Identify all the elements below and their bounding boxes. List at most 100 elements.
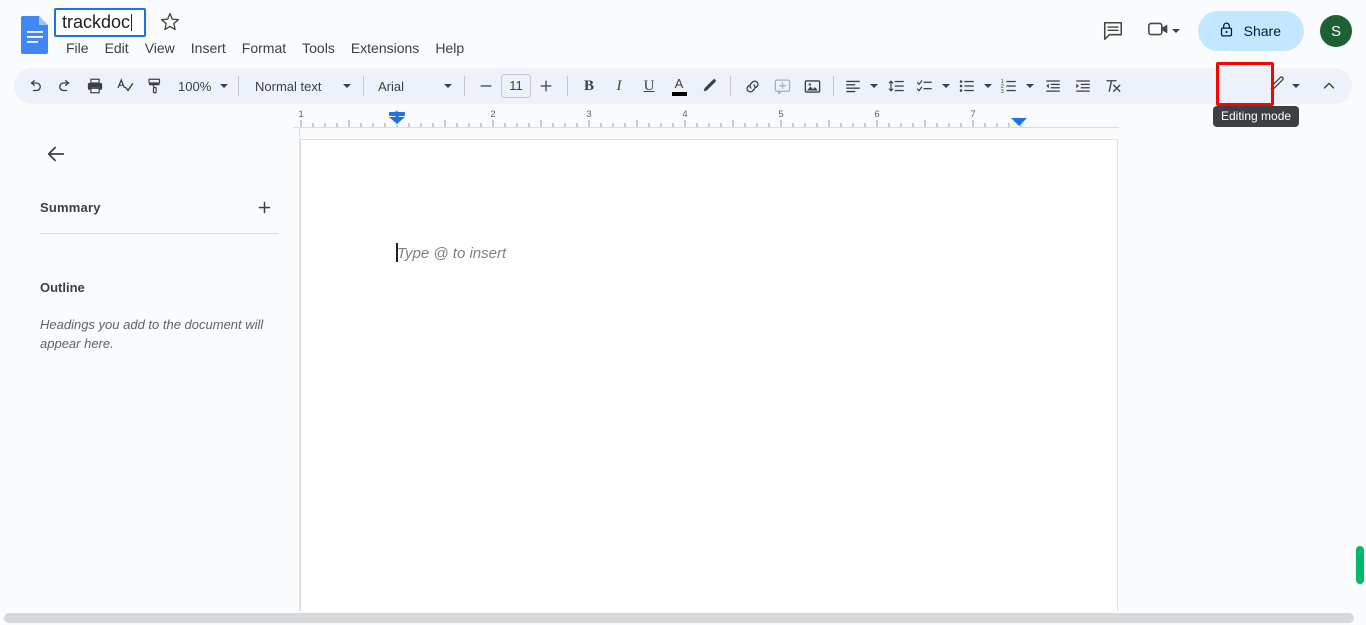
bulleted-list-caret-icon[interactable] xyxy=(980,71,996,101)
redo-icon[interactable] xyxy=(50,71,80,101)
font-family-selector[interactable]: Arial xyxy=(370,71,458,101)
paragraph-style-selector[interactable]: Normal text xyxy=(245,71,357,101)
title-text-caret xyxy=(131,13,133,31)
add-comment-icon[interactable] xyxy=(767,71,797,101)
title-row: trackdoc xyxy=(54,7,182,37)
align-control[interactable] xyxy=(840,71,882,101)
zoom-selector[interactable]: 100% xyxy=(170,71,232,101)
app-header: trackdoc File Edit View Insert Format To… xyxy=(0,0,1366,66)
arrow-left-icon xyxy=(45,143,67,170)
document-page[interactable]: Type @ to insert xyxy=(300,139,1118,611)
line-spacing-icon[interactable] xyxy=(882,71,912,101)
font-size-input[interactable]: 11 xyxy=(501,74,531,98)
document-placeholder[interactable]: Type @ to insert xyxy=(397,245,506,262)
editing-mode-caret-icon[interactable] xyxy=(1288,71,1304,101)
vertical-scrollbar-thumb[interactable] xyxy=(1356,546,1364,584)
video-camera-icon xyxy=(1147,18,1171,45)
text-color-button[interactable]: A xyxy=(664,71,694,101)
zoom-value: 100% xyxy=(178,78,212,94)
checklist-control[interactable] xyxy=(912,71,954,101)
increase-font-size-button[interactable] xyxy=(531,71,561,101)
avatar[interactable]: S xyxy=(1320,15,1352,47)
menu-edit[interactable]: Edit xyxy=(97,36,137,60)
right-indent-marker xyxy=(1011,118,1027,126)
paragraph-style-value: Normal text xyxy=(255,78,322,94)
horizontal-ruler[interactable]: 1 1 2 3 4 5 6 7 xyxy=(293,106,1119,128)
document-title-input[interactable]: trackdoc xyxy=(54,7,146,37)
collapse-toolbar-button[interactable] xyxy=(1314,71,1344,101)
svg-text:4: 4 xyxy=(682,109,687,120)
horizontal-scrollbar-track[interactable] xyxy=(0,611,1366,625)
menu-view[interactable]: View xyxy=(137,36,183,60)
numbered-list-icon[interactable]: 1 2 3 xyxy=(996,71,1022,101)
avatar-initial: S xyxy=(1330,22,1341,40)
left-indent-marker xyxy=(389,112,405,124)
chevron-down-icon xyxy=(444,84,452,88)
toolbar-wrapper: 100% Normal text Arial 11 B I U A 1 2 3 xyxy=(14,62,1352,106)
align-caret-icon[interactable] xyxy=(866,71,882,101)
bold-button[interactable]: B xyxy=(574,71,604,101)
checklist-icon[interactable] xyxy=(912,71,938,101)
font-family-value: Arial xyxy=(378,78,405,94)
menu-tools[interactable]: Tools xyxy=(294,36,343,60)
summary-label: Summary xyxy=(40,199,101,215)
docs-file-icon[interactable] xyxy=(18,14,52,54)
paint-format-icon[interactable] xyxy=(140,71,170,101)
increase-indent-icon[interactable] xyxy=(1068,71,1098,101)
horizontal-scrollbar-thumb[interactable] xyxy=(4,613,1354,623)
vertical-scrollbar-track[interactable] xyxy=(1353,256,1365,611)
svg-text:3: 3 xyxy=(586,109,591,120)
comment-history-icon[interactable] xyxy=(1093,11,1133,51)
toolbar-divider xyxy=(730,76,731,96)
link-icon[interactable] xyxy=(737,71,767,101)
numbered-list-caret-icon[interactable] xyxy=(1022,71,1038,101)
chevron-down-icon xyxy=(1171,29,1180,33)
spellcheck-icon[interactable] xyxy=(110,71,140,101)
print-icon[interactable] xyxy=(80,71,110,101)
text-color-label: A xyxy=(674,75,684,91)
meet-button[interactable] xyxy=(1139,11,1186,51)
header-actions: Share S xyxy=(1093,8,1352,54)
pencil-icon xyxy=(1268,75,1286,98)
menu-help[interactable]: Help xyxy=(427,36,472,60)
italic-label: I xyxy=(616,77,622,94)
svg-text:5: 5 xyxy=(778,109,783,120)
numbered-list-control[interactable]: 1 2 3 xyxy=(996,71,1038,101)
clear-formatting-icon[interactable] xyxy=(1098,71,1128,101)
bulleted-list-icon[interactable] xyxy=(954,71,980,101)
svg-text:7: 7 xyxy=(970,109,975,120)
underline-button[interactable]: U xyxy=(634,71,664,101)
insert-image-icon[interactable] xyxy=(797,71,827,101)
toolbar-divider xyxy=(238,76,239,96)
document-canvas: Type @ to insert xyxy=(300,128,1366,611)
body-area: Summary Outline Headings you add to the … xyxy=(0,128,1366,625)
editing-mode-button[interactable] xyxy=(1262,71,1308,101)
menu-extensions[interactable]: Extensions xyxy=(343,36,427,60)
highlight-pen-icon[interactable] xyxy=(694,71,724,101)
toolbar-divider xyxy=(567,76,568,96)
italic-button[interactable]: I xyxy=(604,71,634,101)
add-summary-button[interactable] xyxy=(251,194,277,220)
outline-label: Outline xyxy=(40,280,85,295)
menu-insert[interactable]: Insert xyxy=(183,36,234,60)
main-toolbar: 100% Normal text Arial 11 B I U A 1 2 3 xyxy=(14,68,1352,104)
summary-divider xyxy=(40,233,279,234)
checklist-caret-icon[interactable] xyxy=(938,71,954,101)
summary-header: Summary xyxy=(40,194,279,220)
align-left-icon[interactable] xyxy=(840,71,866,101)
editing-mode-tooltip: Editing mode xyxy=(1213,106,1300,127)
undo-icon[interactable] xyxy=(20,71,50,101)
bulleted-list-control[interactable] xyxy=(954,71,996,101)
star-outline-icon[interactable] xyxy=(158,10,182,34)
toolbar-divider xyxy=(363,76,364,96)
menu-bar: File Edit View Insert Format Tools Exten… xyxy=(58,36,472,60)
toolbar-divider xyxy=(464,76,465,96)
share-button[interactable]: Share xyxy=(1197,11,1304,51)
menu-file[interactable]: File xyxy=(58,36,97,60)
decrease-font-size-button[interactable] xyxy=(471,71,501,101)
share-label: Share xyxy=(1243,23,1281,39)
back-button[interactable] xyxy=(40,140,72,172)
menu-format[interactable]: Format xyxy=(234,36,294,60)
decrease-indent-icon[interactable] xyxy=(1038,71,1068,101)
bold-label: B xyxy=(583,77,594,94)
